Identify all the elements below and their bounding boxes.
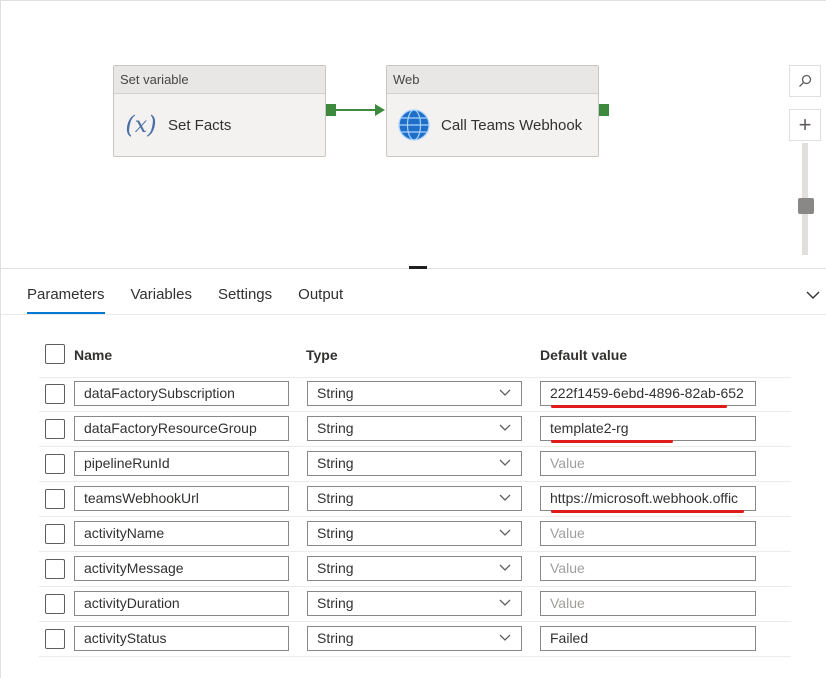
table-body: dataFactorySubscription String 222f1459-6e… bbox=[39, 377, 791, 657]
row-checkbox[interactable] bbox=[45, 454, 65, 474]
connector-arrow-icon bbox=[375, 104, 385, 116]
parameter-name-input[interactable]: activityDuration bbox=[74, 591, 289, 616]
row-checkbox[interactable] bbox=[45, 489, 65, 509]
parameter-name-input[interactable]: teamsWebhookUrl bbox=[74, 486, 289, 511]
row-checkbox[interactable] bbox=[45, 524, 65, 544]
parameter-default-input[interactable]: Value bbox=[540, 556, 756, 581]
chevron-down-icon bbox=[499, 529, 511, 536]
parameter-type-select[interactable]: String bbox=[307, 556, 522, 581]
chevron-down-icon bbox=[499, 494, 511, 501]
parameter-name-input[interactable]: activityName bbox=[74, 521, 289, 546]
globe-icon bbox=[398, 109, 430, 141]
activity-name: Set Facts bbox=[168, 116, 232, 134]
table-row: activityName String Value bbox=[39, 517, 791, 552]
parameter-type-select[interactable]: String bbox=[307, 416, 522, 441]
row-checkbox[interactable] bbox=[45, 384, 65, 404]
type-value: String bbox=[317, 420, 354, 436]
zoom-in-button[interactable]: + bbox=[789, 109, 821, 141]
type-value: String bbox=[317, 385, 354, 401]
table-row: activityDuration String Value bbox=[39, 587, 791, 622]
parameter-default-input[interactable]: Value bbox=[540, 521, 756, 546]
row-checkbox[interactable] bbox=[45, 419, 65, 439]
parameter-type-select[interactable]: String bbox=[307, 486, 522, 511]
parameter-type-select[interactable]: String bbox=[307, 521, 522, 546]
parameter-default-input[interactable]: Value bbox=[540, 451, 756, 476]
connector-line bbox=[336, 109, 376, 111]
table-row: activityMessage String Value bbox=[39, 552, 791, 587]
chevron-down-icon bbox=[499, 564, 511, 571]
panel-tabs: Parameters Variables Settings Output bbox=[27, 286, 369, 314]
activity-type-label: Set variable bbox=[114, 66, 325, 94]
activity-name: Call Teams Webhook bbox=[441, 116, 583, 134]
type-value: String bbox=[317, 525, 354, 541]
parameter-default-input[interactable]: Failed bbox=[540, 626, 756, 651]
tabs-divider bbox=[1, 314, 826, 315]
table-header: Name Type Default value bbox=[39, 341, 791, 378]
column-header-default: Default value bbox=[540, 347, 628, 363]
table-row: pipelineRunId String Value bbox=[39, 447, 791, 482]
parameter-name-input[interactable]: activityStatus bbox=[74, 626, 289, 651]
tab-output[interactable]: Output bbox=[298, 286, 343, 314]
row-checkbox[interactable] bbox=[45, 594, 65, 614]
tab-variables[interactable]: Variables bbox=[131, 286, 192, 314]
annotation-underline bbox=[551, 440, 673, 443]
parameter-default-input[interactable]: 222f1459-6ebd-4896-82ab-652 bbox=[540, 381, 756, 406]
activity-web[interactable]: Web Call Teams Webhook bbox=[386, 65, 599, 157]
parameters-table: Name Type Default value dataFactorySubsc… bbox=[39, 341, 791, 657]
tab-parameters[interactable]: Parameters bbox=[27, 286, 105, 314]
parameter-name-input[interactable]: dataFactorySubscription bbox=[74, 381, 289, 406]
output-port[interactable] bbox=[326, 104, 336, 116]
type-value: String bbox=[317, 595, 354, 611]
annotation-underline bbox=[551, 510, 744, 513]
parameter-default-input[interactable]: Value bbox=[540, 591, 756, 616]
activity-set-variable[interactable]: Set variable (x) Set Facts bbox=[113, 65, 326, 157]
parameter-name-input[interactable]: pipelineRunId bbox=[74, 451, 289, 476]
table-row: dataFactoryResourceGroup String template2-… bbox=[39, 412, 791, 447]
search-icon bbox=[799, 74, 812, 87]
column-header-name: Name bbox=[74, 347, 113, 363]
parameter-default-input[interactable]: https://microsoft.webhook.offic bbox=[540, 486, 756, 511]
parameter-type-select[interactable]: String bbox=[307, 381, 522, 406]
type-value: String bbox=[317, 560, 354, 576]
chevron-down-icon bbox=[499, 459, 511, 466]
parameter-type-select[interactable]: String bbox=[307, 591, 522, 616]
annotation-underline bbox=[551, 405, 727, 408]
pipeline-canvas[interactable]: Set variable (x) Set Facts Web Call Team… bbox=[0, 0, 826, 268]
type-value: String bbox=[317, 455, 354, 471]
tab-settings[interactable]: Settings bbox=[218, 286, 272, 314]
parameter-type-select[interactable]: String bbox=[307, 451, 522, 476]
parameter-name-input[interactable]: activityMessage bbox=[74, 556, 289, 581]
chevron-down-icon bbox=[499, 424, 511, 431]
zoom-slider-thumb[interactable] bbox=[798, 198, 814, 214]
chevron-down-icon bbox=[499, 389, 511, 396]
type-value: String bbox=[317, 630, 354, 646]
row-checkbox[interactable] bbox=[45, 559, 65, 579]
column-header-type: Type bbox=[306, 347, 338, 363]
activity-type-label: Web bbox=[387, 66, 598, 94]
parameter-type-select[interactable]: String bbox=[307, 626, 522, 651]
parameter-name-input[interactable]: dataFactoryResourceGroup bbox=[74, 416, 289, 441]
pipeline-editor: Set variable (x) Set Facts Web Call Team… bbox=[0, 0, 826, 678]
table-row: activityStatus String Failed bbox=[39, 622, 791, 657]
output-port[interactable] bbox=[599, 104, 609, 116]
chevron-down-icon[interactable] bbox=[806, 288, 820, 302]
chevron-down-icon bbox=[499, 634, 511, 641]
chevron-down-icon bbox=[499, 599, 511, 606]
search-button[interactable] bbox=[789, 65, 821, 97]
parameter-default-input[interactable]: template2-rg bbox=[540, 416, 756, 441]
select-all-checkbox[interactable] bbox=[45, 344, 65, 364]
row-checkbox[interactable] bbox=[45, 629, 65, 649]
properties-panel: Parameters Variables Settings Output Nam… bbox=[0, 269, 826, 678]
type-value: String bbox=[317, 490, 354, 506]
variable-fx-icon: (x) bbox=[125, 111, 157, 139]
